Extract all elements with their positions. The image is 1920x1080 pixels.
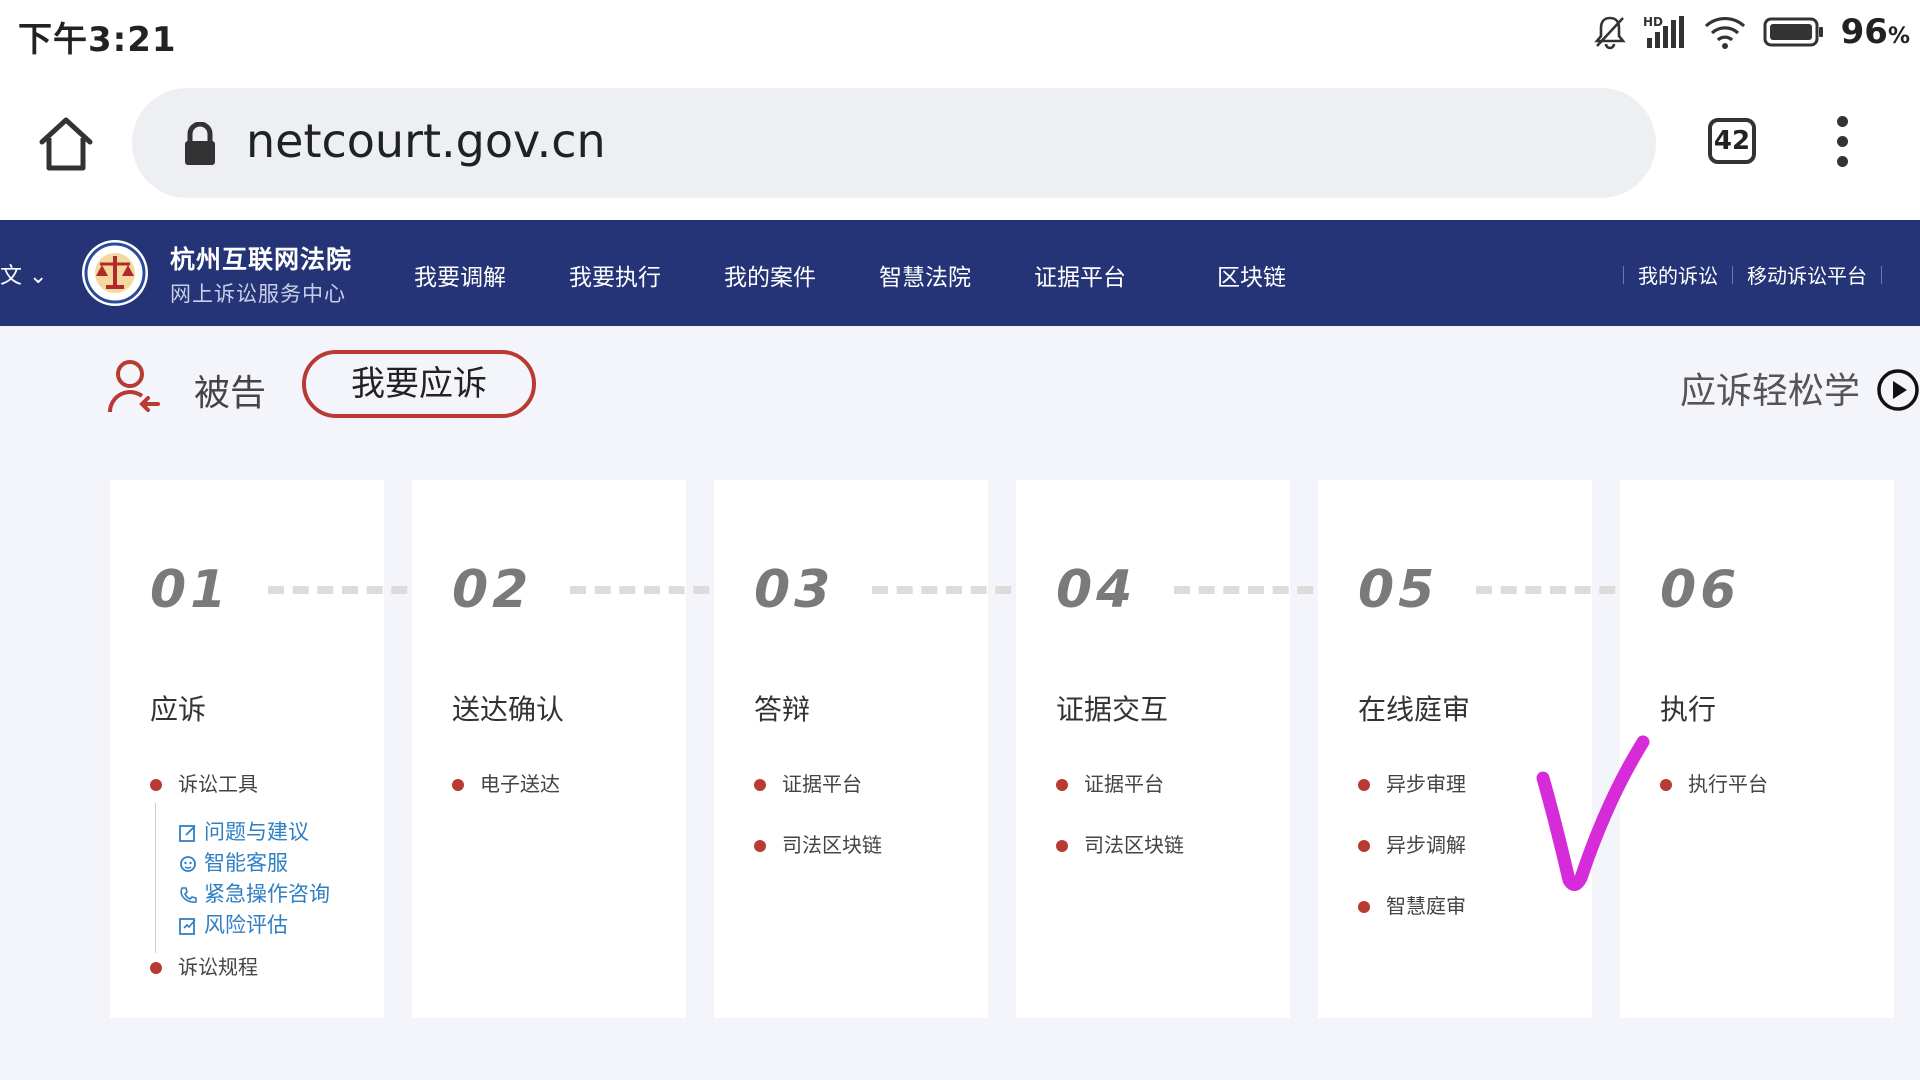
nav-link-mobile-platform[interactable]: 移动诉讼平台 [1747,260,1867,289]
role-bar: 被告 我要应诉 应诉轻松学 [0,326,1920,446]
step-connector [872,586,1036,594]
court-emblem-logo[interactable] [80,238,150,308]
step-items: 执行平台 [1660,772,1768,833]
address-bar[interactable]: netcourt.gov.cn [132,88,1656,198]
tool-link-ai-service[interactable]: 智能客服 [178,848,330,879]
step-connector [570,586,734,594]
step-items: 异步审理 异步调解 智慧庭审 [1358,772,1466,955]
step-title: 证据交互 [1056,693,1169,726]
wifi-icon [1704,16,1745,49]
site-navbar: 文 ⌄ 杭州互联网法院 网上诉讼服务中心 我要调解 我要执行 我的案件 智慧法院… [0,220,1920,326]
role-label: 被告 [194,373,267,414]
play-icon[interactable] [1876,368,1920,412]
nav-right-links: 我的诉讼 移动诉讼平台 [1609,260,1896,289]
step-card: 02 送达确认 电子送达 [412,480,686,1018]
step-title: 执行 [1660,693,1717,726]
step-link[interactable]: 执行平台 [1660,772,1768,796]
tab-switcher-button[interactable]: 42 [1708,118,1756,164]
browser-toolbar: netcourt.gov.cn 42 [0,68,1920,220]
step-link[interactable]: 异步调解 [1358,833,1466,857]
tool-link-emergency[interactable]: 紧急操作咨询 [178,879,330,910]
checkmark-annotation [1536,735,1650,891]
step-title: 应诉 [150,693,207,726]
step-title: 答辩 [754,693,811,726]
robot-service-icon [180,855,196,872]
step-title: 送达确认 [452,693,565,726]
mute-bell-icon [1593,16,1626,50]
step-number: 04 [1056,560,1137,620]
step-link[interactable]: 异步审理 [1358,772,1466,796]
lock-icon [185,122,215,165]
org-subtitle: 网上诉讼服务中心 [170,282,346,306]
step-link[interactable]: 司法区块链 [1056,833,1184,857]
nav-divider [1732,265,1733,284]
nav-divider [1881,265,1882,284]
language-switcher[interactable]: 文 ⌄ [0,258,47,290]
step-number: 02 [452,560,533,620]
page-bottom [0,1040,1920,1080]
step-card: 04 证据交互 证据平台 司法区块链 [1016,480,1290,1018]
step-items: 电子送达 [452,772,560,833]
svg-text:HD: HD [1643,15,1663,29]
step-card: 01 应诉 诉讼工具 问题与建议 智能客服 紧急操作咨询 风险评估 诉讼规程 [110,480,384,1018]
main-nav: 我要调解 我要执行 我的案件 智慧法院 证据平台 区块链 [414,258,1349,292]
battery-icon [1763,17,1823,47]
status-time: 下午3:21 [18,20,177,60]
tool-links: 问题与建议 智能客服 紧急操作咨询 风险评估 [150,803,330,953]
step-items: 诉讼工具 问题与建议 智能客服 紧急操作咨询 风险评估 诉讼规程 [150,772,330,1016]
defendant-user-icon [108,360,160,413]
nav-item-mediation[interactable]: 我要调解 [414,258,506,292]
more-menu-icon[interactable] [1832,116,1852,168]
tool-link-risk-assessment[interactable]: 风险评估 [178,910,330,941]
step-items: 证据平台 司法区块链 [754,772,882,894]
status-bar: 下午3:21 HD 96% [0,0,1920,68]
learn-link[interactable]: 应诉轻松学 [1680,362,1860,414]
respond-to-suit-button[interactable]: 我要应诉 [302,350,536,418]
org-name: 杭州互联网法院 [170,245,353,274]
step-items: 证据平台 司法区块链 [1056,772,1184,894]
step-link-rules[interactable]: 诉讼规程 [150,955,330,979]
nav-item-blockchain[interactable]: 区块链 [1217,258,1286,292]
step-number: 05 [1358,560,1439,620]
step-link[interactable]: 智慧庭审 [1358,894,1466,918]
nav-link-my-litigation[interactable]: 我的诉讼 [1638,260,1718,289]
battery-percent: 96% [1840,12,1910,52]
step-connector [268,586,432,594]
step-connector [1476,586,1640,594]
phone-icon [180,886,197,903]
step-connector [1174,586,1338,594]
step-link[interactable]: 电子送达 [452,772,560,796]
nav-divider [1623,265,1624,284]
status-icons: HD 96% [1593,10,1910,54]
step-link[interactable]: 司法区块链 [754,833,882,857]
step-title: 在线庭审 [1358,693,1471,726]
step-link-tools[interactable]: 诉讼工具 [150,772,330,796]
home-icon[interactable] [36,114,96,174]
nav-item-execution[interactable]: 我要执行 [569,258,661,292]
edit-icon [179,824,196,842]
step-card: 03 答辩 证据平台 司法区块链 [714,480,988,1018]
step-number: 06 [1660,560,1741,620]
step-card: 06 执行 执行平台 [1620,480,1894,1018]
tool-link-feedback[interactable]: 问题与建议 [178,817,330,848]
step-number: 01 [150,560,231,620]
hd-signal-icon: HD [1643,15,1684,48]
step-number: 03 [754,560,835,620]
nav-item-my-cases[interactable]: 我的案件 [724,258,816,292]
assessment-icon [179,917,196,935]
nav-item-evidence-platform[interactable]: 证据平台 [1034,258,1126,292]
nav-item-smart-court[interactable]: 智慧法院 [879,258,971,292]
url-text: netcourt.gov.cn [246,114,606,168]
step-link[interactable]: 证据平台 [754,772,882,796]
step-link[interactable]: 证据平台 [1056,772,1184,796]
